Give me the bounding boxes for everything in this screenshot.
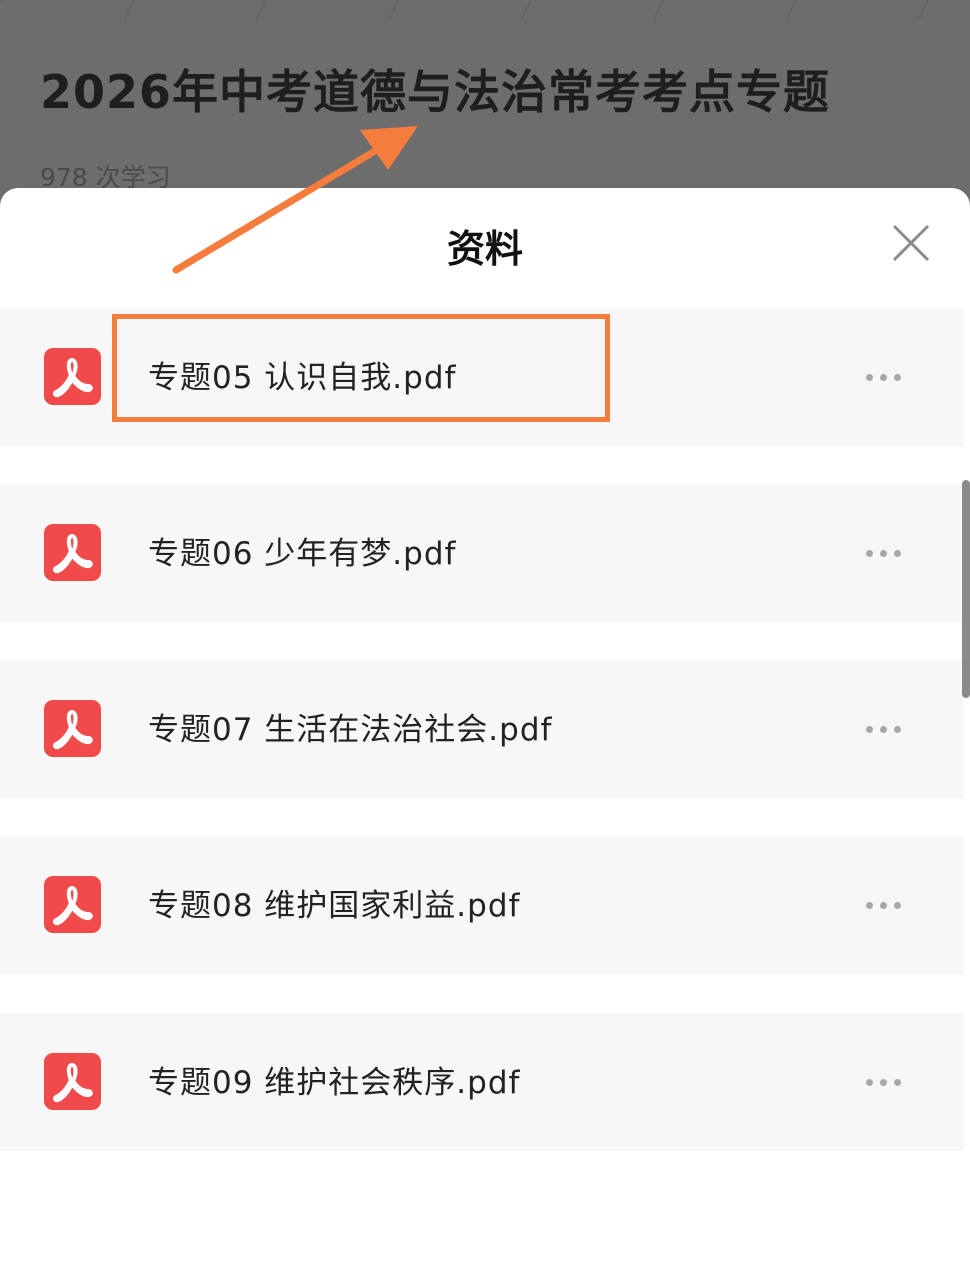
page: 2026年中考道德与法治常考考点专题 978 次学习 资料 专题05 认识自我.… [0,0,970,1280]
file-name: 专题06 少年有梦.pdf [148,536,457,572]
file-item[interactable]: 专题09 维护社会秩序.pdf [0,1013,964,1151]
file-name: 专题07 生活在法治社会.pdf [148,712,553,748]
file-item[interactable]: 专题08 维护国家利益.pdf [0,836,964,974]
highlight-annotation-box [112,314,610,422]
annotation-arrow-icon [172,126,418,274]
pdf-icon [44,348,101,405]
more-options-icon[interactable] [862,540,906,566]
scrollbar[interactable] [962,480,970,698]
pdf-icon [44,876,101,933]
more-options-icon[interactable] [862,716,906,742]
pdf-icon [44,524,101,581]
file-name: 专题09 维护社会秩序.pdf [148,1065,521,1101]
pdf-icon [44,700,101,757]
file-item[interactable]: 专题06 少年有梦.pdf [0,484,964,622]
file-name: 专题08 维护国家利益.pdf [148,888,521,924]
pdf-icon [44,1053,101,1110]
more-options-icon[interactable] [862,364,906,390]
more-options-icon[interactable] [862,892,906,918]
more-options-icon[interactable] [862,1069,906,1095]
file-item[interactable]: 专题07 生活在法治社会.pdf [0,660,964,798]
